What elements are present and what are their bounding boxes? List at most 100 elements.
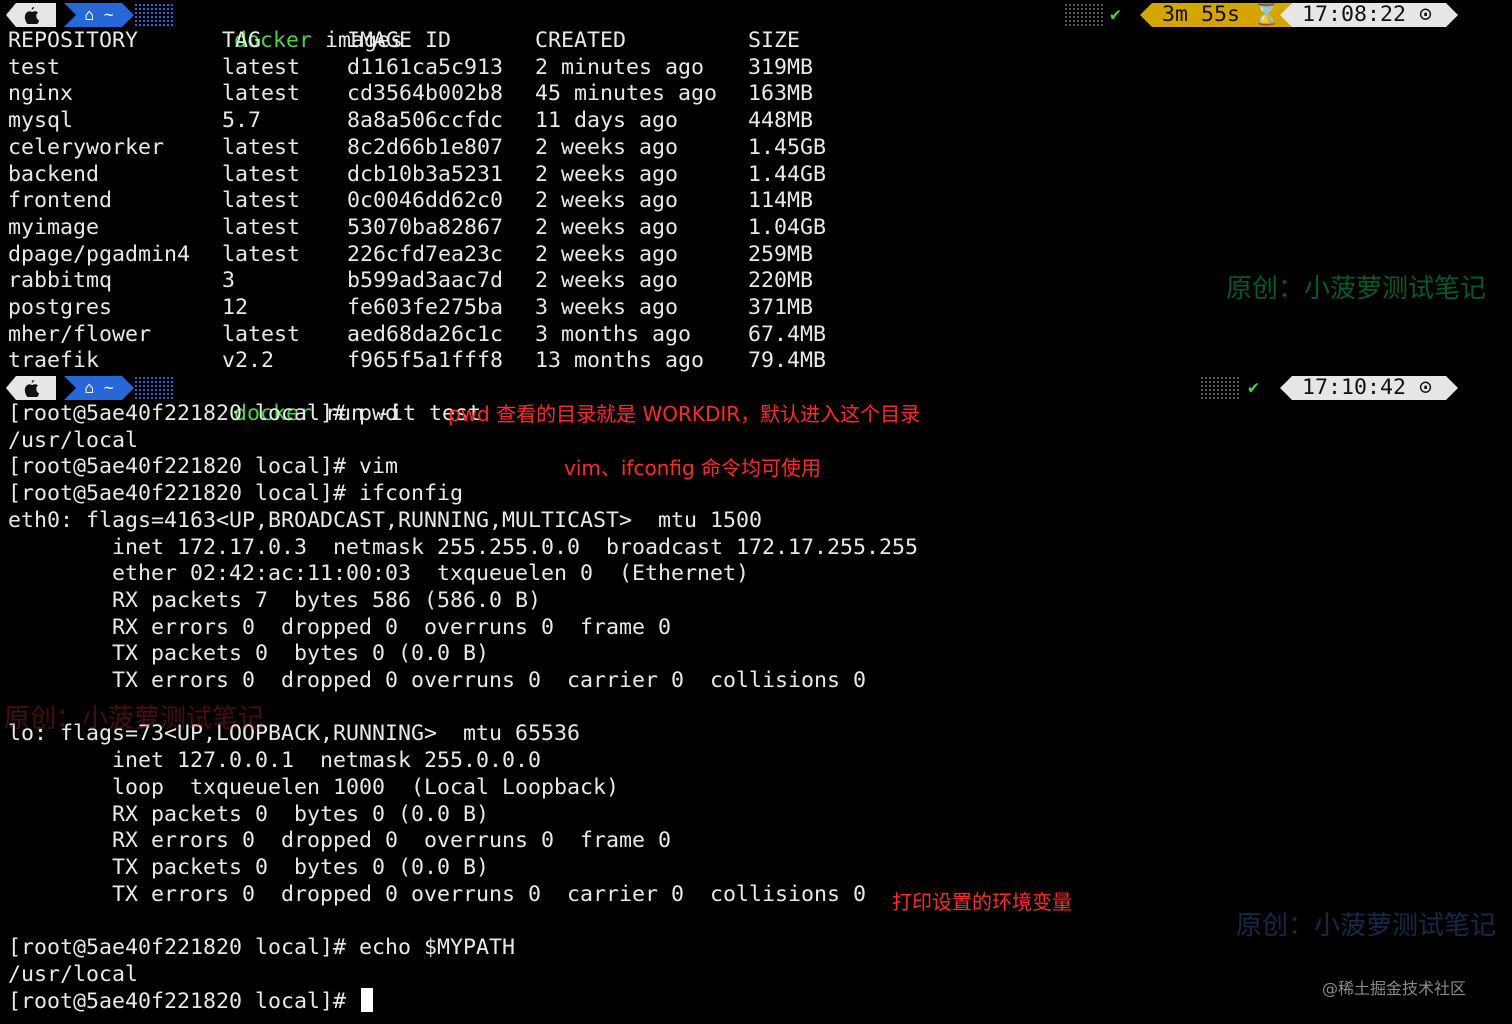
annotation-vim: vim、ifconfig 命令均可使用 — [564, 456, 822, 480]
table-cell: 1.44GB — [748, 161, 827, 187]
watermark: 原创：小菠萝测试笔记 — [1236, 911, 1497, 941]
table-cell: test — [8, 54, 61, 80]
shell-line: [root@5ae40f221820 local]# echo $MYPATH — [8, 935, 515, 962]
table-cell: latest — [222, 188, 301, 214]
table-cell: 0c0046dd62c0 — [347, 188, 504, 214]
shell-line-text: RX errors 0 dropped 0 overruns 0 frame 0 — [8, 614, 672, 640]
table-cell: 448MB — [748, 108, 814, 134]
shell-line-text: TX packets 0 bytes 0 (0.0 B) — [8, 641, 490, 667]
shell-line: TX packets 0 bytes 0 (0.0 B) — [8, 855, 489, 882]
shell-line: RX errors 0 dropped 0 overruns 0 frame 0 — [8, 615, 671, 642]
table-header-cell: REPOSITORY — [8, 28, 139, 53]
shell-line-text: inet 127.0.0.1 netmask 255.0.0.0 — [8, 748, 542, 774]
table-cell: latest — [222, 134, 301, 160]
shell-line: ether 02:42:ac:11:00:03 txqueuelen 0 (Et… — [8, 561, 749, 588]
table-cell: myimage — [8, 214, 100, 240]
shell-line-text: loop txqueuelen 1000 (Local Loopback) — [8, 774, 620, 800]
table-cell: mher/flower — [8, 321, 152, 347]
shell-line-text: [root@5ae40f221820 local]# echo $MYPATH — [8, 935, 516, 960]
shell-line: TX packets 0 bytes 0 (0.0 B) — [8, 641, 489, 668]
shell-line: [root@5ae40f221820 local]# pwd — [8, 401, 398, 428]
shell-line: RX errors 0 dropped 0 overruns 0 frame 0 — [8, 828, 671, 855]
table-cell: 319MB — [748, 54, 814, 80]
table-cell: traefik — [8, 348, 100, 374]
shell-line-text: inet 172.17.0.3 netmask 255.255.0.0 broa… — [8, 534, 919, 560]
shell-line: TX errors 0 dropped 0 overruns 0 carrier… — [8, 882, 866, 909]
table-cell: 5.7 — [222, 108, 262, 134]
table-cell: 371MB — [748, 295, 814, 320]
table-cell: 13 months ago — [535, 348, 705, 374]
prompt-path: ~ — [103, 4, 114, 24]
shell-line-text: /usr/local — [8, 961, 139, 987]
shell-line: [root@5ae40f221820 local]# — [8, 988, 374, 1015]
table-cell: 11 days ago — [535, 108, 679, 134]
table-cell: 67.4MB — [748, 321, 827, 347]
annotation-env: 打印设置的环境变量 — [892, 890, 1072, 914]
table-cell: 114MB — [748, 188, 814, 214]
prompt-line-2: ⌂ ~ docker run -it test ✔ 17:10:42 ⊙ — [6, 374, 1496, 426]
table-cell: fe603fe275ba — [347, 295, 504, 320]
table-cell: mysql — [8, 108, 74, 134]
table-cell: f965f5a1fff8 — [347, 348, 504, 374]
table-header-cell: IMAGE ID — [347, 28, 452, 53]
shell-line-text: [root@5ae40f221820 local]# pwd — [8, 401, 399, 426]
table-cell: 2 weeks ago — [535, 241, 679, 267]
shell-line: TX errors 0 dropped 0 overruns 0 carrier… — [8, 668, 866, 695]
watermark: 原创：小菠萝测试笔记 — [1226, 274, 1487, 304]
table-cell: 1.45GB — [748, 134, 827, 160]
shell-line-text: [root@5ae40f221820 local]# — [8, 989, 360, 1015]
table-cell: 3 months ago — [535, 321, 692, 347]
table-cell: 163MB — [748, 81, 814, 107]
table-cell: dcb10b3a5231 — [347, 161, 504, 187]
home-icon: ⌂ — [84, 377, 95, 397]
table-cell: 2 weeks ago — [535, 188, 679, 214]
shell-line-text: RX packets 0 bytes 0 (0.0 B) — [8, 801, 490, 827]
table-cell: rabbitmq — [8, 268, 113, 294]
shell-line: [root@5ae40f221820 local]# ifconfig — [8, 481, 463, 508]
table-cell: 3 weeks ago — [535, 295, 679, 320]
shell-line-text: TX errors 0 dropped 0 overruns 0 carrier… — [8, 668, 867, 693]
table-cell: cd3564b002b8 — [347, 81, 504, 107]
annotation-pwd: pwd 查看的目录就是 WORKDIR，默认进入这个目录 — [448, 402, 921, 426]
shell-line: eth0: flags=4163<UP,BROADCAST,RUNNING,MU… — [8, 508, 762, 535]
apple-icon — [6, 376, 56, 400]
dither-separator — [134, 376, 174, 400]
status-dither — [1200, 376, 1240, 400]
apple-icon — [6, 3, 56, 27]
table-cell: 2 weeks ago — [535, 161, 679, 187]
clock-badge: 17:10:42 ⊙ — [1280, 376, 1458, 400]
status-dither — [1064, 3, 1104, 27]
shell-line-text: TX packets 0 bytes 0 (0.0 B) — [8, 854, 490, 880]
shell-line-text: /usr/local — [8, 427, 139, 453]
table-cell: 45 minutes ago — [535, 81, 718, 107]
table-header-cell: CREATED — [535, 28, 627, 53]
table-cell: 2 weeks ago — [535, 134, 679, 160]
table-cell: latest — [222, 214, 301, 240]
shell-line: /usr/local — [8, 428, 138, 455]
table-cell: latest — [222, 81, 301, 107]
clock-badge: 17:08:22 ⊙ — [1280, 3, 1458, 27]
duration-badge: 3m 55s ⌛ — [1140, 3, 1294, 27]
table-cell: 12 — [222, 295, 249, 320]
juejin-watermark: @稀土掘金技术社区 — [1322, 979, 1467, 998]
table-cell: 259MB — [748, 241, 814, 267]
table-cell: latest — [222, 54, 301, 80]
shell-line-text: ether 02:42:ac:11:00:03 txqueuelen 0 (Et… — [8, 561, 750, 587]
table-cell: 8a8a506ccfdc — [347, 108, 504, 134]
table-cell: backend — [8, 161, 100, 187]
shell-line: [root@5ae40f221820 local]# vim — [8, 454, 398, 481]
watermark: 原创：小菠萝测试笔记 — [4, 704, 265, 734]
shell-line-text: RX packets 7 bytes 586 (586.0 B) — [8, 587, 542, 613]
table-cell: dpage/pgadmin4 — [8, 241, 191, 267]
status-check: ✔ — [1248, 376, 1259, 398]
table-cell: 79.4MB — [748, 348, 827, 374]
shell-line-text: eth0: flags=4163<UP,BROADCAST,RUNNING,MU… — [8, 507, 763, 533]
table-cell: 2 minutes ago — [535, 54, 705, 80]
table-cell: 53070ba82867 — [347, 214, 504, 240]
table-cell: 2 weeks ago — [535, 268, 679, 294]
prompt-line-1: ⌂ ~ docker images ✔ 3m 55s ⌛ 17:08:22 ⊙ — [6, 1, 1496, 53]
table-cell: 3 — [222, 268, 236, 294]
terminal-cursor[interactable] — [361, 988, 374, 1013]
prompt-path: ~ — [103, 377, 114, 397]
table-cell: b599ad3aac7d — [347, 268, 504, 294]
